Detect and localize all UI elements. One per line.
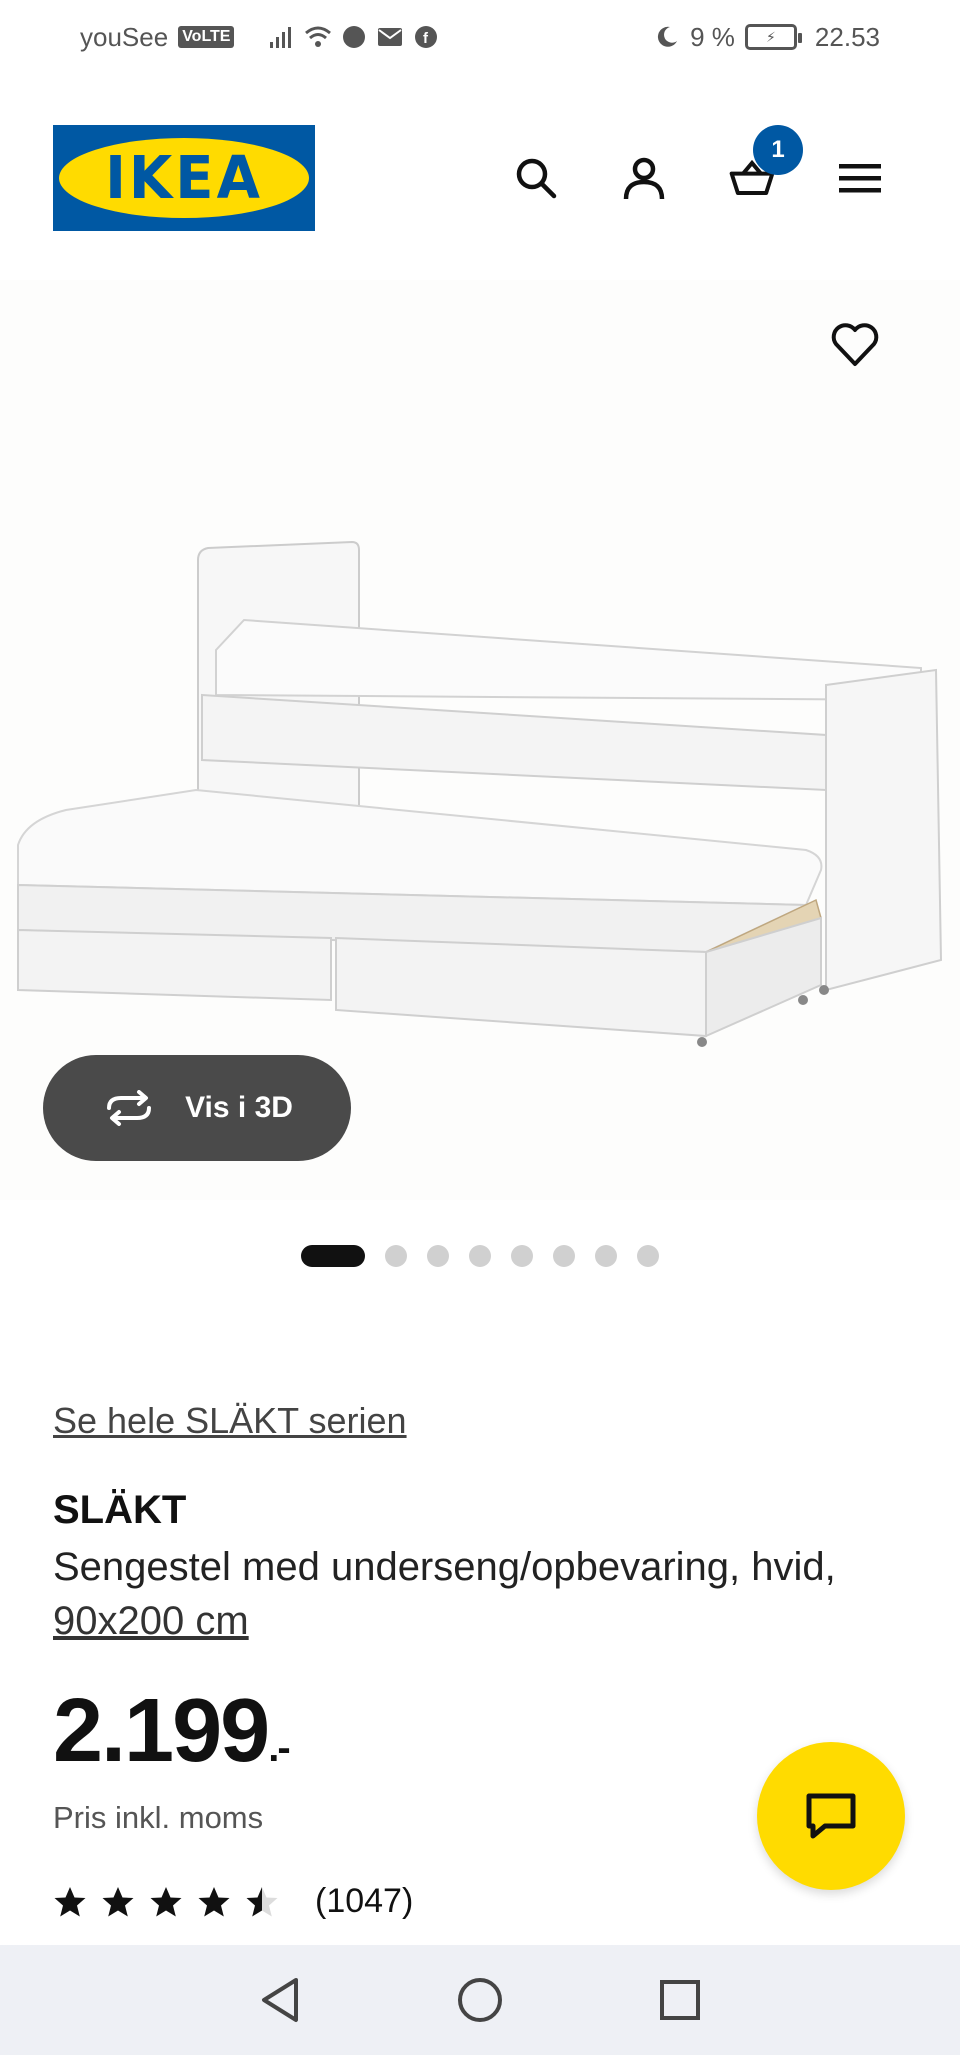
view-3d-button[interactable]: Vis i 3D (43, 1055, 351, 1161)
star-icon (54, 1886, 86, 1916)
pagination-dot[interactable] (595, 1245, 617, 1267)
status-right: 9 % ⚡ 22.53 (652, 22, 880, 53)
carrier-name: youSee (80, 21, 169, 52)
pagination-dot[interactable] (511, 1245, 533, 1267)
chat-icon (806, 1793, 856, 1839)
star-icon (102, 1886, 134, 1916)
volte-badge: VoLTE (178, 26, 235, 48)
back-button[interactable] (255, 1975, 305, 2025)
ikea-logo[interactable]: IKEA (53, 125, 315, 231)
pagination-dot[interactable] (385, 1245, 407, 1267)
pagination-dot[interactable] (427, 1245, 449, 1267)
price-value: 2.199 (53, 1681, 270, 1781)
rating[interactable]: (1047) (53, 1882, 413, 1921)
logo-ellipse: IKEA (59, 138, 309, 218)
menu-icon (839, 164, 881, 193)
description-text: Sengestel med underseng/opbevaring, hvid… (53, 1545, 836, 1589)
product-price: 2.199.- (53, 1680, 291, 1783)
star-icon (246, 1886, 278, 1916)
rotate-icon (107, 1090, 152, 1126)
search-icon (516, 158, 557, 199)
product-description: Sengestel med underseng/opbevaring, hvid… (53, 1540, 873, 1648)
account-icon (623, 157, 665, 200)
recents-button[interactable] (655, 1975, 705, 2025)
home-icon (458, 1978, 502, 2022)
recents-icon (660, 1980, 700, 2020)
clock: 22.53 (814, 21, 880, 52)
vat-note: Pris inkl. moms (53, 1800, 264, 1835)
android-nav-bar (0, 1945, 960, 2055)
series-link[interactable]: Se hele SLÄKT serien (53, 1400, 407, 1442)
facebook-icon: f (415, 26, 438, 48)
cart-count-badge: 1 (753, 125, 803, 175)
battery-percent: 9 % (690, 21, 735, 52)
size-link[interactable]: 90x200 cm (53, 1599, 249, 1643)
pagination-dot[interactable] (637, 1245, 659, 1267)
star-icon (150, 1886, 182, 1916)
heart-icon[interactable] (830, 320, 880, 370)
pagination-dot[interactable] (469, 1245, 491, 1267)
mail-icon (378, 28, 403, 46)
pagination-dot[interactable] (301, 1245, 365, 1267)
price-suffix: .- (268, 1726, 290, 1770)
star-icon (198, 1886, 230, 1916)
review-count: (1047) (315, 1882, 414, 1920)
moon-icon (658, 26, 678, 47)
signal-icon (270, 27, 292, 48)
hm-app-icon (343, 26, 366, 48)
pagination-dot[interactable] (553, 1245, 575, 1267)
home-button[interactable] (455, 1975, 505, 2025)
chat-button[interactable] (757, 1742, 905, 1890)
search-button[interactable] (513, 155, 559, 201)
logo-text: IKEA (105, 143, 263, 213)
status-bar: youSee VoLTE f 9 % ⚡ 22.53 (0, 0, 960, 74)
cart-button[interactable]: 1 (729, 125, 803, 201)
account-button[interactable] (621, 155, 667, 201)
product-name: SLÄKT (53, 1488, 187, 1532)
battery-icon: ⚡ (744, 24, 802, 50)
wifi-icon (305, 26, 332, 47)
site-header: IKEA 1 (53, 125, 883, 231)
status-left: youSee VoLTE f (80, 22, 440, 53)
view-3d-label: Vis i 3D (185, 1091, 293, 1124)
rating-stars (53, 1885, 279, 1919)
header-actions: 1 (513, 125, 883, 201)
image-pagination (0, 1245, 960, 1267)
product-gallery[interactable]: Vis i 3D (0, 280, 960, 1200)
menu-button[interactable] (837, 155, 883, 201)
status-icons: f (268, 24, 440, 50)
back-icon (262, 1978, 298, 2022)
